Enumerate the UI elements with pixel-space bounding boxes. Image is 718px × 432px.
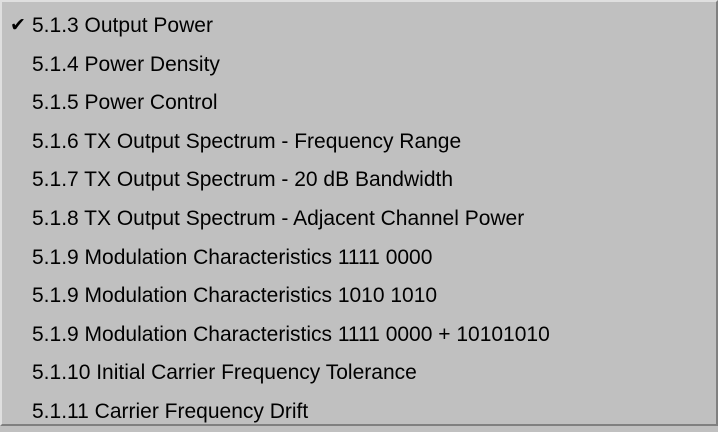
test-case-menu: ✔ 5.1.3 Output Power 5.1.4 Power Density… — [0, 0, 718, 426]
menu-item-5-1-4-power-density[interactable]: 5.1.4 Power Density — [2, 46, 716, 85]
menu-item-label: 5.1.8 TX Output Spectrum - Adjacent Chan… — [32, 206, 525, 230]
menu-item-5-1-5-power-control[interactable]: 5.1.5 Power Control — [2, 84, 716, 123]
menu-item-5-1-8-adjacent-channel-power[interactable]: 5.1.8 TX Output Spectrum - Adjacent Chan… — [2, 200, 716, 239]
menu-item-5-1-6-frequency-range[interactable]: 5.1.6 TX Output Spectrum - Frequency Ran… — [2, 123, 716, 162]
menu-item-5-1-9-modulation-combined[interactable]: 5.1.9 Modulation Characteristics 1111 00… — [2, 316, 716, 355]
menu-item-5-1-10-initial-carrier-frequency-tolerance[interactable]: 5.1.10 Initial Carrier Frequency Toleran… — [2, 354, 716, 393]
menu-item-label: 5.1.9 Modulation Characteristics 1111 00… — [32, 245, 433, 269]
menu-item-label: 5.1.3 Output Power — [32, 14, 213, 37]
menu-item-5-1-3-output-power[interactable]: ✔ 5.1.3 Output Power — [2, 7, 716, 46]
menu-item-5-1-9-modulation-11110000[interactable]: 5.1.9 Modulation Characteristics 1111 00… — [2, 239, 716, 278]
menu-item-label: 5.1.9 Modulation Characteristics 1010 10… — [32, 284, 438, 308]
menu-item-label: 5.1.4 Power Density — [32, 52, 220, 76]
menu-item-label: 5.1.5 Power Control — [32, 91, 218, 115]
menu-item-label: 5.1.10 Initial Carrier Frequency Toleran… — [32, 361, 417, 385]
menu-item-label: 5.1.7 TX Output Spectrum - 20 dB Bandwid… — [32, 168, 454, 192]
menu-item-5-1-7-20db-bandwidth[interactable]: 5.1.7 TX Output Spectrum - 20 dB Bandwid… — [2, 161, 716, 200]
menu-item-5-1-9-modulation-10101010[interactable]: 5.1.9 Modulation Characteristics 1010 10… — [2, 277, 716, 316]
menu-item-label: 5.1.9 Modulation Characteristics 1111 00… — [32, 322, 550, 346]
menu-item-label: 5.1.6 TX Output Spectrum - Frequency Ran… — [32, 129, 462, 153]
checkmark-icon: ✔ — [10, 15, 26, 36]
menu-item-label: 5.1.11 Carrier Frequency Drift — [32, 399, 309, 423]
